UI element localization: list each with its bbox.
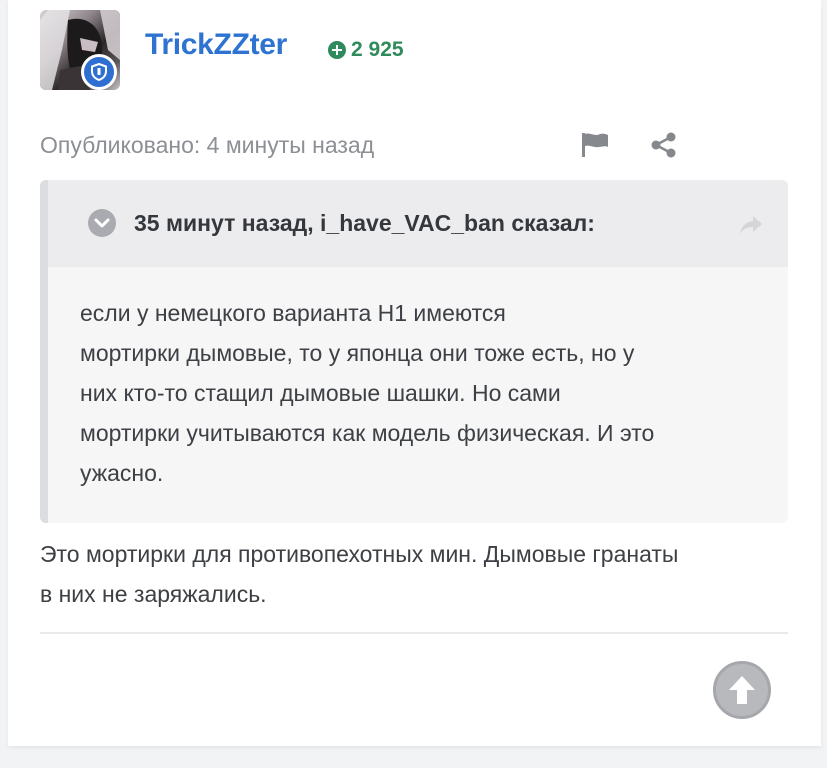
- quote-line: них кто-то стащил дымовые шашки. Но сами: [80, 380, 561, 406]
- reputation-count: 2 925: [351, 38, 404, 61]
- quote-citation: 35 минут назад, i_have_VAC_ban сказал:: [134, 210, 595, 236]
- quote-text: если у немецкого варианта Н1 имеются мор…: [80, 293, 760, 493]
- quote-line: ужасно.: [80, 460, 164, 486]
- reputation-badge[interactable]: 2 925: [328, 38, 404, 62]
- post-body: Это мортирки для противопехотных мин. Ды…: [40, 534, 800, 614]
- reply-arrow-icon[interactable]: [738, 214, 764, 236]
- quote-accent-bar: [40, 180, 48, 523]
- chevron-down-icon[interactable]: [88, 209, 116, 237]
- flag-icon[interactable]: [580, 131, 610, 159]
- quote-line: мортирки дымовые, то у японца они тоже е…: [80, 340, 635, 366]
- divider: [40, 632, 788, 634]
- quote-block: 35 минут назад, i_have_VAC_ban сказал: е…: [40, 180, 788, 523]
- share-icon[interactable]: [650, 132, 678, 158]
- quote-line: мортирки учитываются как модель физическ…: [80, 420, 655, 446]
- upvote-button[interactable]: [713, 661, 771, 719]
- shield-icon: [81, 54, 117, 90]
- plus-circle-icon: [328, 41, 346, 59]
- arrow-up-icon: [729, 676, 755, 704]
- quote-line: если у немецкого варианта Н1 имеются: [80, 300, 506, 326]
- author-username[interactable]: TrickZZter: [145, 28, 287, 62]
- post-line: Это мортирки для противопехотных мин. Ды…: [40, 541, 679, 567]
- quote-header[interactable]: 35 минут назад, i_have_VAC_ban сказал:: [48, 180, 788, 267]
- published-time: Опубликовано: 4 минуты назад: [40, 132, 375, 158]
- post-line: в них не заряжались.: [40, 581, 267, 607]
